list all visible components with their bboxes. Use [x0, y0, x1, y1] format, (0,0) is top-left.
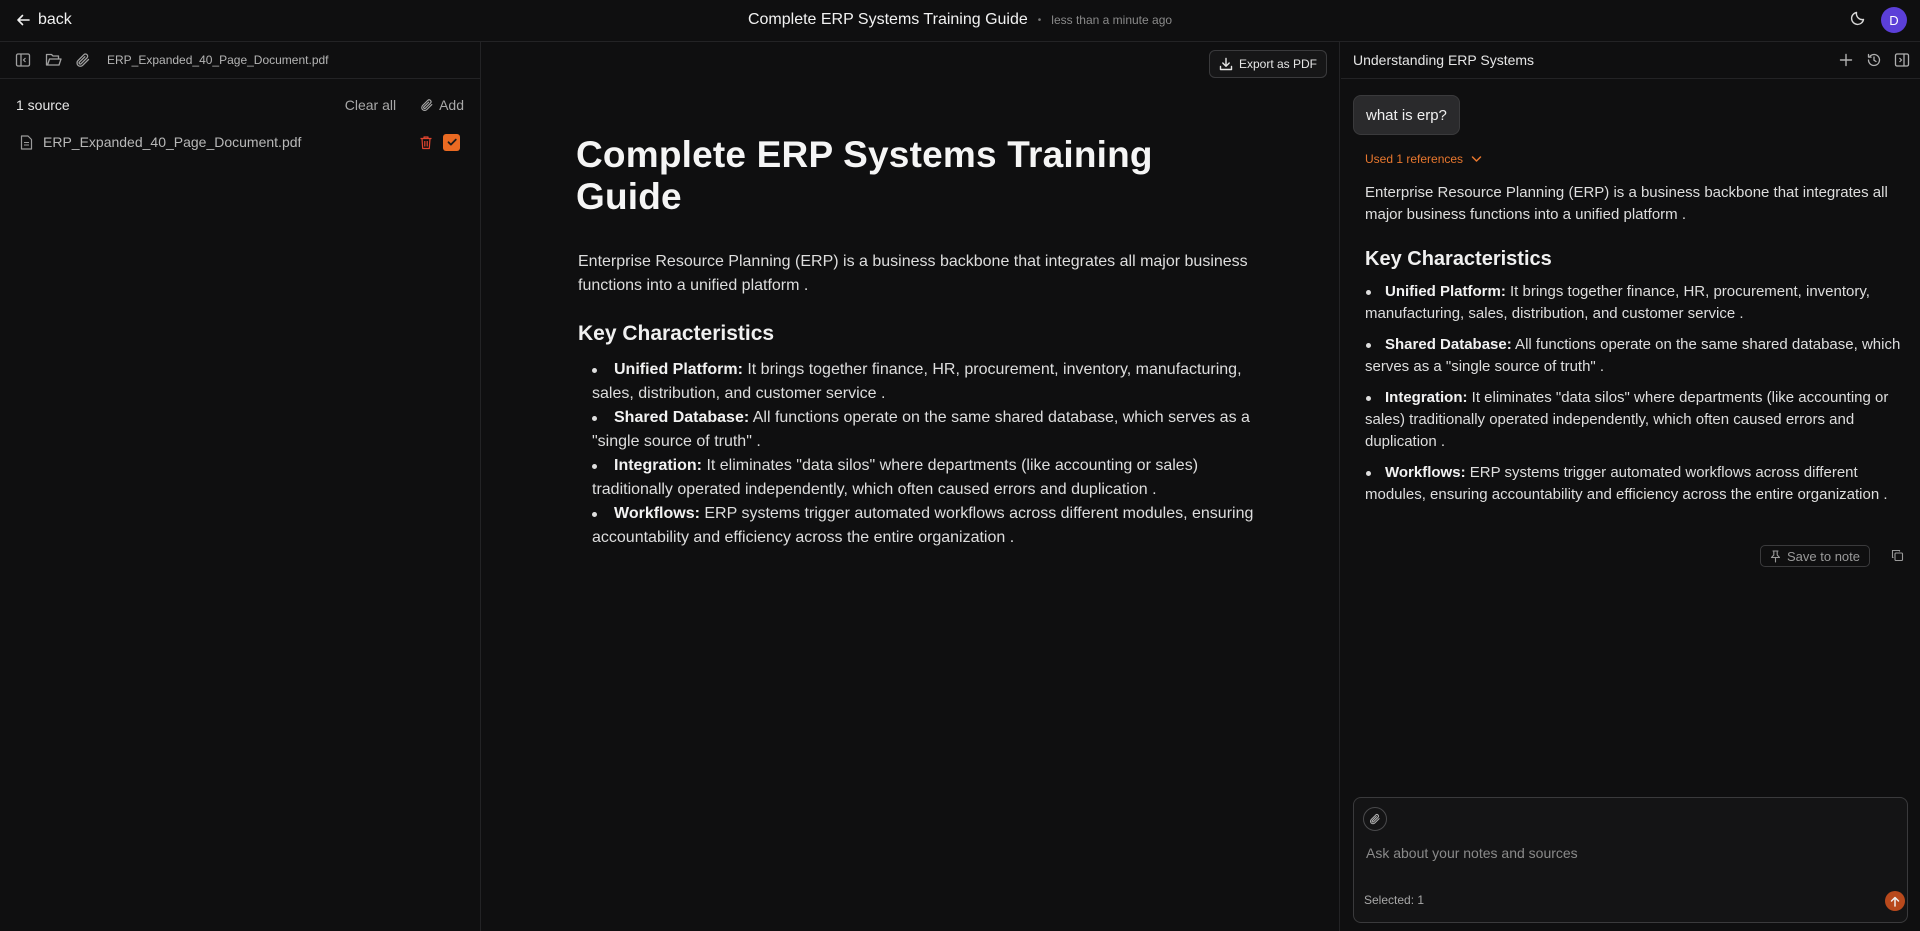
list-item: Unified Platform: It brings together fin…: [1365, 281, 1905, 325]
chevron-down-icon: [1471, 155, 1482, 163]
checkmark-icon: [446, 136, 458, 148]
source-select-checkbox[interactable]: [443, 133, 460, 151]
export-label: Export as PDF: [1238, 57, 1317, 71]
paperclip-icon: [420, 98, 434, 112]
list-item: Integration: It eliminates "data silos" …: [592, 454, 1256, 502]
chat-input[interactable]: [1366, 842, 1886, 864]
source-list-item[interactable]: ERP_Expanded_40_Page_Document.pdf: [0, 125, 480, 159]
chat-header: Understanding ERP Systems: [1341, 42, 1920, 79]
folder-icon: [45, 52, 62, 68]
sidebar-toggle-icon: [1894, 52, 1910, 68]
download-icon: [1219, 57, 1233, 71]
item-term: Shared Database:: [614, 409, 750, 426]
moon-icon: [1850, 10, 1866, 26]
chat-history-button[interactable]: [1866, 52, 1882, 68]
paperclip-icon: [1369, 813, 1381, 825]
assistant-answer: Enterprise Resource Planning (ERP) is a …: [1365, 182, 1905, 515]
item-term: Integration:: [614, 457, 702, 474]
export-pdf-button[interactable]: Export as PDF: [1208, 50, 1327, 78]
theme-toggle-button[interactable]: [1850, 10, 1866, 26]
trash-icon: [419, 135, 433, 150]
selected-sources-count: Selected: 1: [1364, 893, 1425, 907]
open-file-name: ERP_Expanded_40_Page_Document.pdf: [107, 53, 329, 67]
answer-intro: Enterprise Resource Planning (ERP) is a …: [1365, 184, 1888, 223]
history-icon: [1866, 52, 1882, 68]
answer-heading: Key Characteristics: [1365, 248, 1552, 270]
document-editor: Export as PDF Complete ERP Systems Train…: [481, 42, 1340, 931]
copy-answer-button[interactable]: [1891, 549, 1904, 562]
item-term: Unified Platform:: [614, 361, 743, 378]
composer-attach-button[interactable]: [1363, 807, 1387, 831]
sources-toolbar: ERP_Expanded_40_Page_Document.pdf: [0, 42, 480, 79]
list-item: Shared Database: All functions operate o…: [592, 406, 1256, 454]
top-bar: back Complete ERP Systems Training Guide…: [0, 0, 1920, 42]
paperclip-icon: [75, 52, 91, 68]
section-heading: Key Characteristics: [578, 322, 775, 345]
add-source-button[interactable]: Add: [420, 97, 464, 113]
back-button[interactable]: back: [16, 9, 72, 31]
new-chat-button[interactable]: [1838, 52, 1854, 68]
list-item: Shared Database: All functions operate o…: [1365, 334, 1905, 378]
last-saved-time: less than a minute ago: [1051, 13, 1173, 27]
sources-header: 1 source Clear all Add: [0, 85, 480, 125]
copy-icon: [1891, 549, 1904, 562]
back-label: back: [38, 11, 72, 28]
document-title-header[interactable]: Complete ERP Systems Training Guide: [748, 11, 1028, 29]
list-item: Unified Platform: It brings together fin…: [592, 358, 1256, 406]
characteristics-list: Unified Platform: It brings together fin…: [576, 358, 1256, 550]
item-term: Workflows:: [614, 505, 700, 522]
pin-icon: [1770, 549, 1781, 563]
collapse-chat-button[interactable]: [1894, 52, 1910, 68]
list-item: Workflows: ERP systems trigger automated…: [1365, 462, 1905, 506]
document-icon: [20, 134, 33, 150]
references-label: Used 1 references: [1365, 152, 1464, 166]
sidebar-toggle-icon: [15, 52, 31, 68]
item-term: Shared Database:: [1385, 336, 1512, 353]
delete-source-button[interactable]: [419, 135, 433, 150]
list-item: Integration: It eliminates "data silos" …: [1365, 387, 1905, 453]
document-intro: Enterprise Resource Planning (ERP) is a …: [578, 253, 1248, 294]
arrow-up-icon: [1890, 896, 1900, 907]
document-heading: Complete ERP Systems Training Guide: [576, 134, 1153, 217]
save-to-note-label: Save to note: [1787, 548, 1860, 564]
item-term: Integration:: [1385, 389, 1468, 406]
add-label: Add: [439, 97, 464, 113]
chat-panel: Understanding ERP Systems what is erp? U…: [1341, 42, 1920, 931]
send-button[interactable]: [1885, 891, 1905, 911]
save-to-note-button[interactable]: Save to note: [1760, 545, 1870, 567]
separator-dot: •: [1037, 14, 1042, 26]
user-avatar[interactable]: D: [1881, 7, 1907, 33]
chat-title: Understanding ERP Systems: [1353, 52, 1535, 68]
references-toggle[interactable]: Used 1 references: [1365, 152, 1482, 166]
answer-list: Unified Platform: It brings together fin…: [1365, 281, 1905, 506]
open-folder-button[interactable]: [43, 50, 63, 70]
arrow-left-icon: [16, 13, 30, 27]
collapse-sidebar-button[interactable]: [13, 50, 33, 70]
attach-file-button[interactable]: [73, 50, 93, 70]
sources-panel: ERP_Expanded_40_Page_Document.pdf 1 sour…: [0, 42, 481, 931]
clear-all-button[interactable]: Clear all: [345, 97, 396, 113]
item-term: Unified Platform:: [1385, 283, 1506, 300]
chat-composer: Selected: 1: [1353, 797, 1908, 923]
plus-icon: [1838, 52, 1854, 68]
document-content[interactable]: Complete ERP Systems Training Guide Ente…: [576, 134, 1256, 550]
list-item: Workflows: ERP systems trigger automated…: [592, 502, 1256, 550]
sources-count: 1 source: [16, 97, 70, 113]
item-term: Workflows:: [1385, 464, 1466, 481]
source-name: ERP_Expanded_40_Page_Document.pdf: [43, 134, 302, 150]
user-message: what is erp?: [1353, 95, 1460, 135]
